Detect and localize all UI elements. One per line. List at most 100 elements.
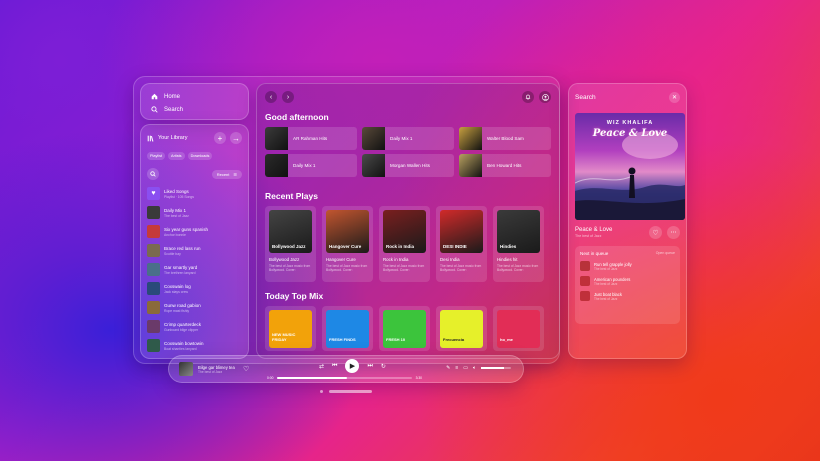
sort-button[interactable]: Recent ☰ xyxy=(211,169,242,179)
library-item[interactable]: Coxswain bowtowin Boat shanties lanyard xyxy=(145,336,244,355)
library-item-text: Brace red lass run Scuttle bay xyxy=(164,246,201,256)
library-icon xyxy=(147,135,154,142)
library-item[interactable]: Daily Mix 1 The best of Jazz xyxy=(145,203,244,222)
library-item-text: Six year guns spanish Anchor bonnie xyxy=(164,227,208,237)
quick-access-thumb xyxy=(362,154,385,177)
top-mix-cover: FRESH FINDS xyxy=(326,310,369,348)
library-item-text: Gar smartly yard The brethren lanyard xyxy=(164,265,197,275)
top-mix-card[interactable]: FRESH 10 xyxy=(379,306,430,351)
quick-access-thumb xyxy=(265,127,288,150)
heart-icon[interactable]: ♡ xyxy=(649,226,662,239)
filter-chip[interactable]: Downloads xyxy=(187,152,213,160)
library-item[interactable]: ♥ Liked Songs Playlist · 105 Songs xyxy=(145,184,244,203)
library-item-subtitle: Scuttle bay xyxy=(164,251,181,256)
top-mix-card[interactable]: FRESH FINDS xyxy=(322,306,373,351)
library-item[interactable]: Crimp quarterdeck Gunboard bilge clipper xyxy=(145,317,244,336)
recent-play-card[interactable]: Hindies Hindies hit The best of Jazz music… xyxy=(493,206,544,282)
library-item[interactable]: Brace red lass run Scuttle bay xyxy=(145,241,244,260)
top-mix-card[interactable]: ho_me xyxy=(493,306,544,351)
play-icon[interactable]: ▶ xyxy=(345,359,360,373)
library-item-thumb xyxy=(147,244,160,257)
window-grabber[interactable] xyxy=(329,390,372,393)
open-queue-link[interactable]: Open queue xyxy=(656,251,675,256)
library-search-icon[interactable] xyxy=(147,168,159,180)
home-icon xyxy=(151,93,158,100)
recent-play-card[interactable]: Hangover Cure Hangover Cure The best of Ja… xyxy=(322,206,373,282)
recent-play-card[interactable]: DESI INDIE Desi India The best of Jazz mus… xyxy=(436,206,487,282)
top-mix-cover: FRESH 10 xyxy=(383,310,426,348)
player-cover xyxy=(179,362,193,376)
progress-bar[interactable] xyxy=(277,377,412,379)
recent-play-cover-label: DESI INDIE xyxy=(443,244,467,249)
top-mix-card[interactable]: NEW MUSIC FRIDAY xyxy=(265,306,316,351)
nav-search[interactable]: Search xyxy=(151,103,238,116)
quick-access-item[interactable]: Morgan Wallen Hits xyxy=(362,154,454,177)
recent-play-cover: DESI INDIE xyxy=(440,210,483,253)
recent-play-description: The best of Jazz music from Bollywood. C… xyxy=(326,264,368,272)
add-icon[interactable]: + xyxy=(214,132,226,144)
progress-fill xyxy=(277,377,348,379)
quick-access-thumb xyxy=(362,127,385,150)
nav-search-label: Search xyxy=(164,106,184,113)
arrow-right-icon[interactable]: → xyxy=(230,132,242,144)
library-item-thumb xyxy=(147,206,160,219)
queue-item[interactable]: Just boat black The best of Jazz xyxy=(580,291,675,301)
recent-play-cover-label: Hindies xyxy=(500,244,517,249)
library-item-thumb xyxy=(147,301,160,314)
search-icon xyxy=(151,106,158,113)
top-mix-title: Today Top Mix xyxy=(265,291,324,301)
volume-icon[interactable]: 🔈︎ xyxy=(473,365,476,371)
quick-access-label: Daily Mix 1 xyxy=(293,163,316,168)
recent-play-title: Bollywood Jazz xyxy=(269,257,300,262)
forward-icon[interactable]: › xyxy=(282,91,294,103)
top-mix-cover-label: Frecuencia xyxy=(443,337,465,342)
player-heart-icon[interactable]: ♡ xyxy=(243,365,249,373)
more-icon[interactable]: ⋯ xyxy=(667,226,680,239)
repeat-icon[interactable]: ↻ xyxy=(381,363,386,370)
previous-icon[interactable]: ⏮ xyxy=(332,363,337,370)
filter-chip[interactable]: Artists xyxy=(168,152,185,160)
recent-play-cover-label: Rock in India xyxy=(386,244,415,249)
queue-item[interactable]: Run tell grapple jolly The best of Jazz xyxy=(580,261,675,271)
library-item[interactable]: Six year guns spanish Anchor bonnie xyxy=(145,222,244,241)
quick-access-item[interactable]: Ben Howard Hits xyxy=(459,154,551,177)
nav-home[interactable]: Home xyxy=(151,90,238,103)
quick-access-item[interactable]: Walter Blood Sam xyxy=(459,127,551,150)
quick-access-item[interactable]: Daily Mix 1 xyxy=(362,127,454,150)
library-item[interactable]: Gunw road gabion Rope mast fishly xyxy=(145,298,244,317)
recent-play-card[interactable]: Bollywood Jazz Bollywood Jazz The best of … xyxy=(265,206,316,282)
library-item-title: Gunw road gabion xyxy=(164,302,201,308)
library-item-subtitle: The brethren lanyard xyxy=(164,270,196,275)
quick-access-item[interactable]: AR Rahman Hits xyxy=(265,127,357,150)
filter-chip[interactable]: Playlist xyxy=(147,152,166,160)
sort-label: Recent xyxy=(216,171,230,177)
mic-icon[interactable]: ✎ xyxy=(446,365,450,371)
next-icon[interactable]: ⏭ xyxy=(367,363,372,370)
queue-icon[interactable]: ≡ xyxy=(455,365,458,371)
main-panel: ‹ › Good afternoon AR Rahman Hits Daily M… xyxy=(256,83,560,359)
recent-play-card[interactable]: Rock in India Rock in India The best of Ja… xyxy=(379,206,430,282)
top-mix-cover-label: NEW MUSIC FRIDAY xyxy=(272,332,296,342)
quick-access-label: Morgan Wallen Hits xyxy=(390,163,430,168)
library-item-subtitle: Jack stays crew xyxy=(164,289,188,294)
profile-icon[interactable] xyxy=(539,91,551,103)
library-item-subtitle: Rope mast fishly xyxy=(164,308,190,313)
queue-item-text: Just boat black The best of Jazz xyxy=(594,292,622,301)
top-mix-cover-label: FRESH FINDS xyxy=(329,337,356,342)
back-icon[interactable]: ‹ xyxy=(265,91,277,103)
recent-play-cover-label: Bollywood Jazz xyxy=(272,244,306,249)
queue-item[interactable]: American pounders The best of Jazz xyxy=(580,276,675,286)
window-handle[interactable] xyxy=(320,390,372,393)
top-mix-card[interactable]: Frecuencia xyxy=(436,306,487,351)
elapsed-time: 0:00 xyxy=(267,376,274,380)
library-item[interactable]: Coxswain log Jack stays crew xyxy=(145,279,244,298)
close-icon[interactable]: ✕ xyxy=(669,91,680,103)
bell-icon[interactable] xyxy=(522,91,534,103)
volume-slider[interactable] xyxy=(481,367,511,369)
quick-access-item[interactable]: Daily Mix 1 xyxy=(265,154,357,177)
nav-panel: Home Search xyxy=(140,83,249,120)
device-icon[interactable]: ▭ xyxy=(463,365,468,371)
recent-play-description: The best of Jazz music from Bollywood. C… xyxy=(497,264,539,272)
library-item[interactable]: Gar smartly yard The brethren lanyard xyxy=(145,260,244,279)
shuffle-icon[interactable]: ⇄ xyxy=(319,363,324,370)
